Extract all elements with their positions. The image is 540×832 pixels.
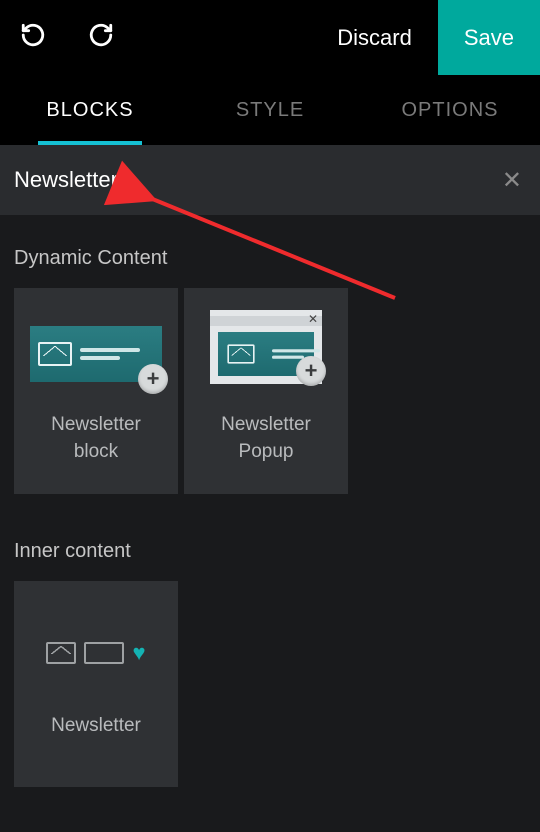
block-search-row: ✕ xyxy=(0,145,540,215)
save-button[interactable]: Save xyxy=(438,0,540,75)
tab-blocks[interactable]: BLOCKS xyxy=(0,75,180,145)
heart-icon: ♥ xyxy=(132,642,145,664)
tab-label: STYLE xyxy=(236,99,304,122)
mail-icon xyxy=(46,642,76,664)
section-dynamic-content: Dynamic Content + Newsletter block ✕ xyxy=(14,247,526,494)
tile-label: Newsletter block xyxy=(45,412,147,465)
redo-icon xyxy=(88,22,114,53)
tab-style[interactable]: STYLE xyxy=(180,75,360,145)
undo-button[interactable] xyxy=(16,21,50,55)
mail-icon xyxy=(38,342,72,366)
redo-button[interactable] xyxy=(84,21,118,55)
tab-label: BLOCKS xyxy=(46,99,133,122)
undo-icon xyxy=(20,22,46,53)
tile-label: Newsletter Popup xyxy=(215,412,317,465)
panel-tabs: BLOCKS STYLE OPTIONS xyxy=(0,75,540,145)
block-grid: + Newsletter block ✕ + Newsle xyxy=(14,288,526,494)
top-toolbar: Discard Save xyxy=(0,0,540,75)
section-inner-content: Inner content ♥ Newsletter xyxy=(14,540,526,787)
block-grid: ♥ Newsletter xyxy=(14,581,526,787)
mail-icon xyxy=(227,344,254,363)
close-icon: ✕ xyxy=(308,312,318,326)
discard-button[interactable]: Discard xyxy=(311,0,438,75)
tile-thumbnail: + xyxy=(30,306,162,388)
tile-thumbnail: ♥ xyxy=(30,617,162,689)
tab-label: OPTIONS xyxy=(401,99,498,122)
blocks-panel: Dynamic Content + Newsletter block ✕ xyxy=(0,215,540,787)
tile-thumbnail: ✕ + xyxy=(200,306,332,388)
block-search-input[interactable] xyxy=(14,167,502,193)
text-lines-icon xyxy=(80,344,162,364)
block-tile-newsletter[interactable]: ♥ Newsletter xyxy=(14,581,178,787)
block-tile-newsletter-popup[interactable]: ✕ + Newsletter Popup xyxy=(184,288,348,494)
clear-search-button[interactable]: ✕ xyxy=(502,166,522,195)
add-icon: + xyxy=(296,356,326,386)
toolbar-actions: Discard Save xyxy=(311,0,540,75)
tab-options[interactable]: OPTIONS xyxy=(360,75,540,145)
section-title: Inner content xyxy=(14,540,526,563)
history-controls xyxy=(0,0,311,75)
block-tile-newsletter-block[interactable]: + Newsletter block xyxy=(14,288,178,494)
close-icon: ✕ xyxy=(502,167,522,194)
section-title: Dynamic Content xyxy=(14,247,526,270)
input-box-icon xyxy=(84,642,124,664)
add-icon: + xyxy=(138,364,168,394)
tile-label: Newsletter xyxy=(45,713,147,740)
